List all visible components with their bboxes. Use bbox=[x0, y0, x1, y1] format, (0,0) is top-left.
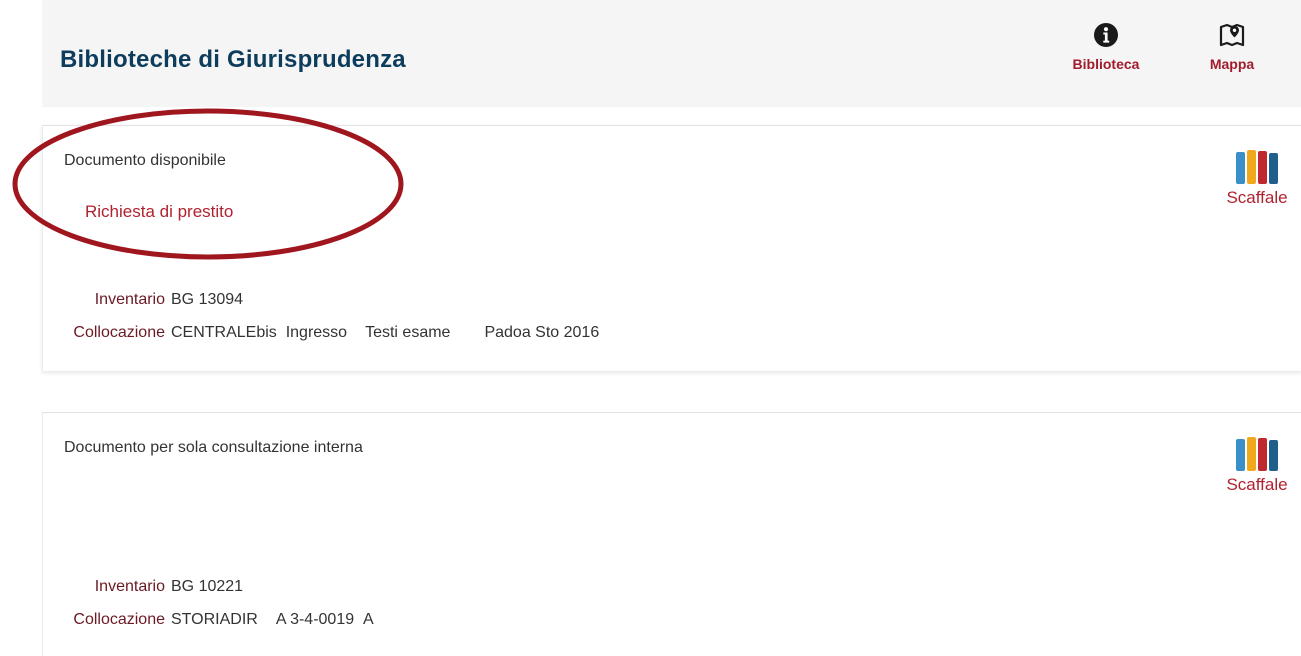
inventory-value: BG 10221 bbox=[171, 578, 244, 595]
inventory-value: BG 13094 bbox=[171, 291, 244, 308]
inventory-row: Inventario BG 13094 bbox=[43, 291, 243, 309]
location-part: Ingresso bbox=[285, 324, 348, 341]
info-circle-icon bbox=[1094, 23, 1118, 47]
location-label: Collocazione bbox=[73, 611, 165, 628]
location-part: A 3-4-0019 bbox=[275, 611, 355, 628]
loan-request-link[interactable]: Richiesta di prestito bbox=[85, 202, 233, 222]
inventory-label: Inventario bbox=[94, 578, 165, 595]
inventory-label: Inventario bbox=[94, 291, 165, 308]
shelf-button[interactable]: Scaffale bbox=[1217, 150, 1297, 208]
inventory-row: Inventario BG 10221 bbox=[43, 578, 243, 596]
library-header: Biblioteche di Giurisprudenza Biblioteca… bbox=[42, 0, 1301, 107]
biblioteca-label: Biblioteca bbox=[1072, 56, 1140, 72]
location-row: Collocazione STORIADIR A 3-4-0019 A bbox=[43, 611, 374, 629]
location-part: CENTRALEbis bbox=[171, 324, 277, 341]
location-part: STORIADIR bbox=[171, 611, 258, 628]
mappa-label: Mappa bbox=[1209, 56, 1255, 72]
map-pin-icon bbox=[1219, 23, 1245, 47]
holding-card: Documento disponibile Richiesta di prest… bbox=[42, 125, 1301, 371]
location-part: Testi esame bbox=[365, 324, 451, 341]
availability-status: Documento disponibile bbox=[64, 152, 226, 169]
location-part: Padoa Sto 2016 bbox=[484, 324, 600, 341]
availability-status: Documento per sola consultazione interna bbox=[64, 439, 363, 456]
location-row: Collocazione CENTRALEbis Ingresso Testi es… bbox=[43, 324, 599, 342]
library-title: Biblioteche di Giurisprudenza bbox=[60, 46, 406, 73]
shelf-button[interactable]: Scaffale bbox=[1217, 437, 1297, 495]
holding-card: Documento per sola consultazione interna… bbox=[42, 412, 1301, 656]
bookshelf-icon bbox=[1236, 150, 1278, 184]
mappa-button[interactable]: Mappa bbox=[1202, 22, 1262, 72]
biblioteca-button[interactable]: Biblioteca bbox=[1061, 22, 1151, 72]
shelf-label: Scaffale bbox=[1226, 188, 1288, 207]
shelf-label: Scaffale bbox=[1226, 475, 1288, 494]
location-part: A bbox=[363, 611, 374, 628]
location-label: Collocazione bbox=[73, 324, 165, 341]
bookshelf-icon bbox=[1236, 437, 1278, 471]
